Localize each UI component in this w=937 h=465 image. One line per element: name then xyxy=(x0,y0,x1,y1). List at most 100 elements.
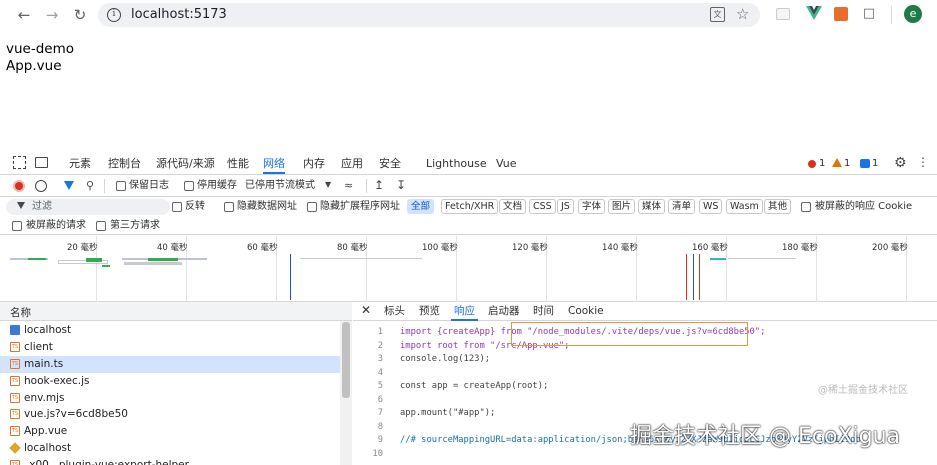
tab-memory[interactable]: 内存 xyxy=(303,156,325,174)
type-filter-doc[interactable]: 文档 xyxy=(499,199,527,214)
tab-headers[interactable]: 标头 xyxy=(384,305,405,318)
filter-input[interactable]: 过滤 xyxy=(6,199,170,215)
tab-response[interactable]: 响应 xyxy=(454,305,475,318)
type-filter-ws[interactable]: WS xyxy=(699,199,723,214)
type-filter-other[interactable]: 其他 xyxy=(764,199,792,214)
extension-icon[interactable] xyxy=(776,8,790,20)
search-icon[interactable]: ⚲ xyxy=(86,179,94,192)
code-line: app.mount("#app"); xyxy=(400,408,496,418)
requests-panel: 名称 localhost TS client TS main.ts TS hoo… xyxy=(0,302,352,465)
timeline-marker-line xyxy=(693,254,694,300)
info-icon xyxy=(860,159,870,168)
type-filter-font[interactable]: 字体 xyxy=(578,199,606,214)
info-count[interactable]: 1 xyxy=(872,158,878,170)
preserve-log-label: 保留日志 xyxy=(129,180,169,191)
extension-orange-icon[interactable] xyxy=(834,7,848,21)
detail-tabbar: ✕ 标头 预览 响应 启动器 时间 Cookie xyxy=(353,302,937,321)
tab-application[interactable]: 应用 xyxy=(341,156,363,174)
request-row[interactable]: localhost xyxy=(0,440,340,457)
chevron-down-icon[interactable]: ▼ xyxy=(325,180,331,189)
forward-icon[interactable]: → xyxy=(42,6,62,24)
address-url[interactable]: localhost:5173 xyxy=(131,7,227,23)
request-row[interactable]: TS vue.js?v=6cd8be50 xyxy=(0,406,340,423)
throttle-select[interactable]: 已停用节流模式 xyxy=(245,180,315,192)
settings-gear-icon[interactable]: ⚙ xyxy=(894,155,907,171)
inspect-icon[interactable] xyxy=(13,156,26,169)
tab-performance[interactable]: 性能 xyxy=(227,156,249,174)
star-icon[interactable]: ☆ xyxy=(736,5,749,23)
timeline-tick-label: 200 毫秒 xyxy=(872,243,908,253)
tab-initiator[interactable]: 启动器 xyxy=(488,305,520,318)
line-number: 9 xyxy=(377,435,383,445)
filter-bar-2: 被屏蔽的请求 第三方请求 xyxy=(0,217,937,235)
tab-timing[interactable]: 时间 xyxy=(533,305,554,318)
network-overview-timeline[interactable]: 20 毫秒 40 毫秒 60 毫秒 80 毫秒 100 毫秒 120 毫秒 14… xyxy=(0,236,937,302)
warning-count[interactable]: 1 xyxy=(844,158,850,170)
translate-icon[interactable]: 文 xyxy=(710,7,725,22)
request-row[interactable]: TS client xyxy=(0,339,340,356)
request-name: localhost xyxy=(24,442,72,454)
preserve-log-checkbox[interactable] xyxy=(116,181,126,191)
line-number: 1 xyxy=(377,327,383,337)
highlight-box xyxy=(511,322,748,346)
puzzle-icon[interactable]: □ xyxy=(861,6,877,22)
line-number: 8 xyxy=(377,421,383,432)
tab-lighthouse[interactable]: Lighthouse xyxy=(426,156,487,174)
more-options-icon[interactable]: ⋮ xyxy=(917,156,929,168)
hide-data-urls-checkbox[interactable] xyxy=(224,202,234,212)
timeline-tick-label: 180 毫秒 xyxy=(782,243,818,253)
name-column-header[interactable]: 名称 xyxy=(10,305,31,320)
type-filter-js[interactable]: JS xyxy=(557,199,574,214)
close-icon[interactable]: ✕ xyxy=(361,304,371,317)
tab-preview[interactable]: 预览 xyxy=(419,305,440,318)
type-filter-fetch[interactable]: Fetch/XHR xyxy=(441,199,499,214)
export-har-icon[interactable]: ↧ xyxy=(396,178,406,192)
request-row[interactable]: localhost xyxy=(0,322,340,339)
tab-security[interactable]: 安全 xyxy=(379,156,401,174)
blocked-cookies-checkbox[interactable] xyxy=(801,202,811,212)
tab-vue[interactable]: Vue xyxy=(496,156,517,174)
timeline-tick-label: 160 毫秒 xyxy=(692,243,728,253)
tab-cookies[interactable]: Cookie xyxy=(568,305,604,318)
blocked-requests-checkbox[interactable] xyxy=(12,221,22,231)
back-icon[interactable]: ← xyxy=(14,6,34,24)
type-filter-manifest[interactable]: 清单 xyxy=(668,199,696,214)
profile-avatar[interactable]: e xyxy=(904,5,922,23)
tab-network[interactable]: 网络 xyxy=(263,156,285,174)
tab-elements[interactable]: 元素 xyxy=(69,156,91,174)
tab-console[interactable]: 控制台 xyxy=(108,156,141,174)
third-party-label: 第三方请求 xyxy=(110,220,160,231)
error-count[interactable]: 1 xyxy=(819,158,825,170)
request-name: App.vue xyxy=(24,425,68,437)
tab-sources[interactable]: 源代码/来源 xyxy=(156,156,215,174)
type-filter-all[interactable]: 全部 xyxy=(407,199,435,214)
third-party-checkbox[interactable] xyxy=(96,221,106,231)
reload-icon[interactable]: ↻ xyxy=(70,6,90,24)
request-row[interactable]: TS env.mjs xyxy=(0,390,340,407)
device-toolbar-icon[interactable] xyxy=(35,157,48,168)
request-row[interactable]: TS hook-exec.js xyxy=(0,373,340,390)
type-filter-css[interactable]: CSS xyxy=(529,199,556,214)
record-icon[interactable] xyxy=(13,180,25,192)
invert-checkbox[interactable] xyxy=(172,202,182,212)
line-number: 2 xyxy=(377,340,383,351)
network-conditions-icon[interactable]: ≈ xyxy=(344,179,353,192)
import-har-icon[interactable]: ↥ xyxy=(374,178,384,192)
type-filter-img[interactable]: 图片 xyxy=(608,199,636,214)
hide-extension-urls-checkbox[interactable] xyxy=(307,202,317,212)
line-number: 6 xyxy=(377,394,383,405)
request-row-selected[interactable]: TS main.ts xyxy=(0,356,340,373)
request-row[interactable]: TS App.vue xyxy=(0,423,340,440)
disable-cache-checkbox[interactable] xyxy=(184,181,194,191)
request-row[interactable]: TS _x00...plugin-vue:export-helper xyxy=(0,457,340,465)
type-filter-wasm[interactable]: Wasm xyxy=(726,199,763,214)
type-filter-media[interactable]: 媒体 xyxy=(638,199,666,214)
timeline-tick-label: 40 毫秒 xyxy=(157,243,188,253)
line-number: 7 xyxy=(377,408,383,418)
vue-devtools-icon[interactable] xyxy=(806,6,822,22)
address-bar[interactable]: i localhost:5173 文 ☆ xyxy=(98,3,760,27)
filter-icon[interactable] xyxy=(64,181,74,190)
site-info-icon[interactable]: i xyxy=(107,8,121,22)
clear-icon[interactable] xyxy=(35,180,47,192)
requests-scrollbar-thumb[interactable] xyxy=(342,322,350,398)
